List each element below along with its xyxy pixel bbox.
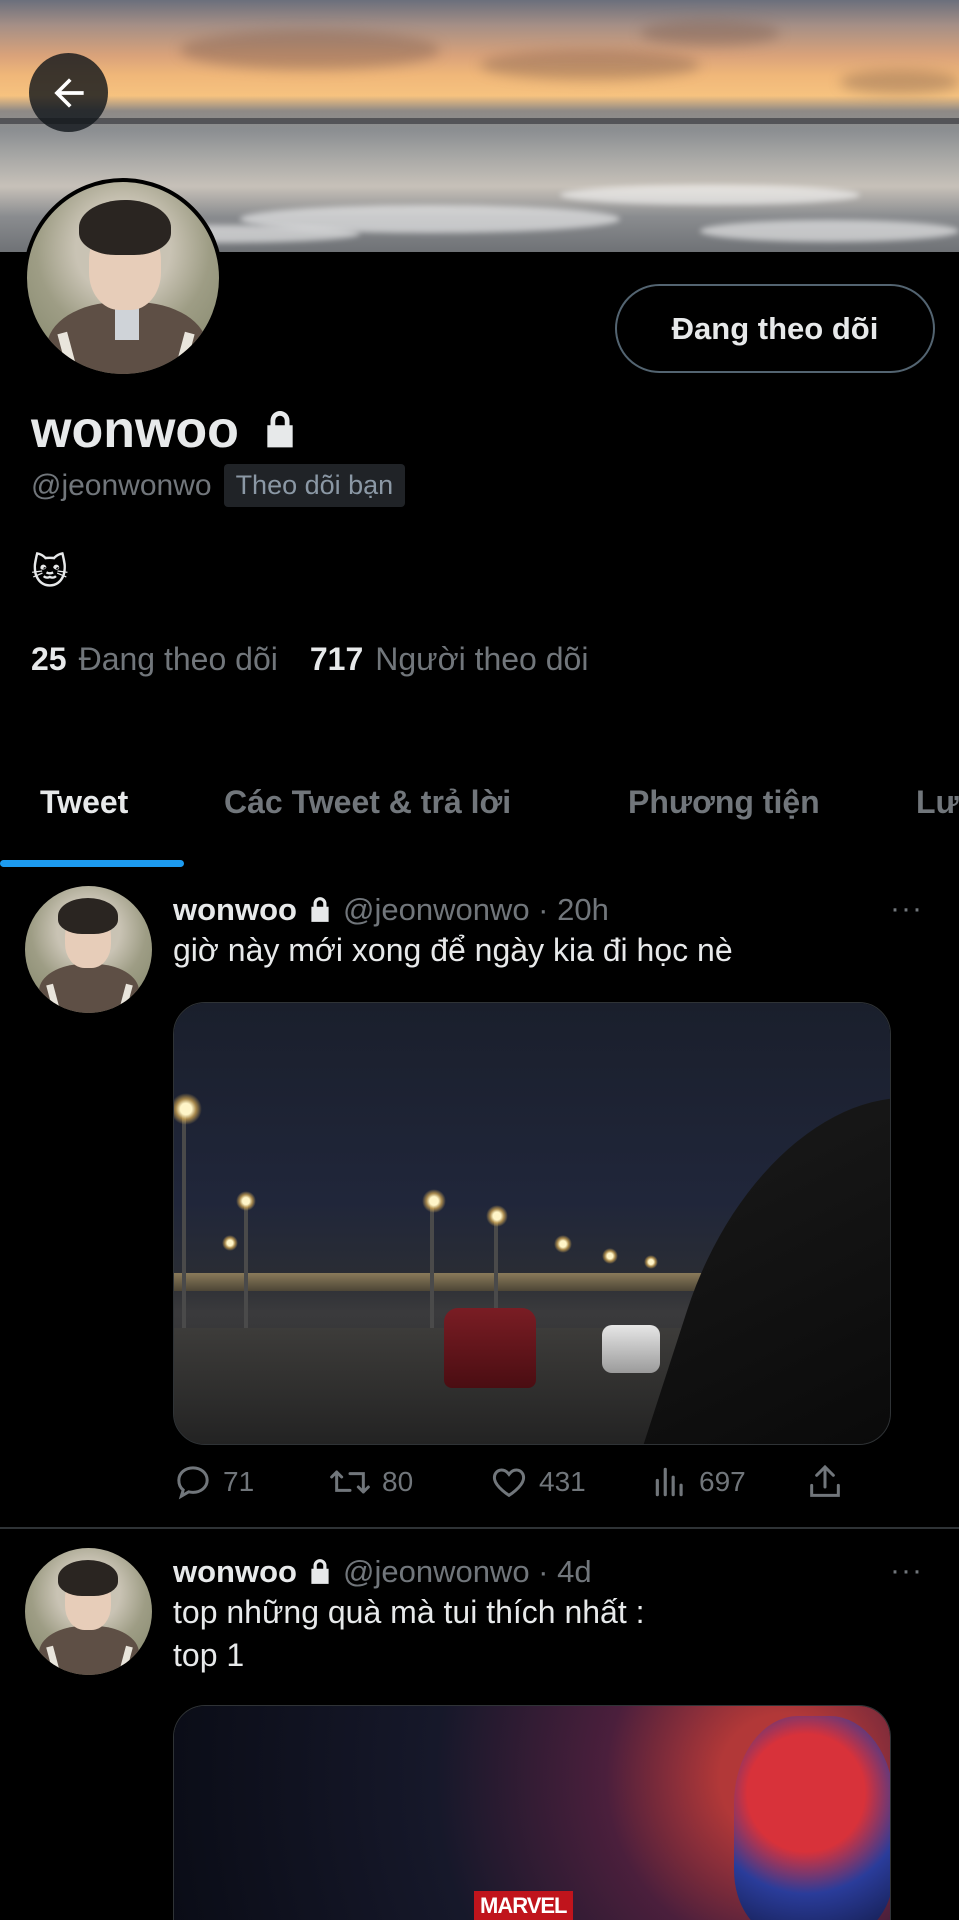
profile-avatar[interactable] xyxy=(23,178,223,378)
more-options-icon[interactable]: ··· xyxy=(890,892,923,926)
back-button[interactable] xyxy=(29,53,108,132)
reply-icon xyxy=(177,1466,209,1500)
tweet-text: giờ này mới xong để ngày kia đi học nè xyxy=(173,932,733,968)
handle-row: @jeonwonwo Theo dõi bạn xyxy=(31,464,406,507)
tweet-divider xyxy=(0,1527,959,1529)
profile-handle: @jeonwonwo xyxy=(31,468,212,502)
heart-icon xyxy=(492,1468,526,1498)
tweet-avatar[interactable] xyxy=(25,886,152,1013)
profile-tabs: Tweet Các Tweet & trả lời Phương tiện Lư xyxy=(0,760,959,868)
share-icon xyxy=(810,1464,840,1497)
follows-you-badge: Theo dõi bạn xyxy=(223,464,406,507)
tab-media[interactable]: Phương tiện xyxy=(628,784,820,821)
spiderman-figure xyxy=(734,1716,890,1920)
tweet-avatar[interactable] xyxy=(25,1548,152,1675)
views-icon xyxy=(655,1467,683,1497)
followers-label: Người theo dõi xyxy=(375,641,589,677)
views-count: 697 xyxy=(699,1466,746,1497)
tweet-handle-time: @jeonwonwo · 4d xyxy=(342,1554,592,1589)
tweet-header: wonwoo @jeonwonwo · 4d xyxy=(173,1554,592,1590)
retweet-icon xyxy=(330,1470,370,1494)
profile-name-row: wonwoo xyxy=(31,400,299,460)
tweet-media-image[interactable] xyxy=(173,1002,891,1445)
tweet-text-line: top 1 xyxy=(173,1637,245,1673)
following-count: 25 xyxy=(31,641,67,677)
following-button[interactable]: Đang theo dõi xyxy=(615,284,935,373)
tweet-media-image[interactable]: MARVEL xyxy=(173,1705,891,1920)
tweet-handle-time: @jeonwonwo · 20h xyxy=(342,892,609,927)
tweet-text-line: top những quà mà tui thích nhất : xyxy=(173,1594,645,1630)
retweet-action[interactable]: 80 xyxy=(328,1462,413,1502)
like-action[interactable]: 431 xyxy=(489,1462,586,1502)
tweet-header: wonwoo @jeonwonwo · 20h xyxy=(173,892,609,928)
display-name: wonwoo xyxy=(31,401,239,459)
lock-icon xyxy=(311,1559,329,1584)
tab-tweets[interactable]: Tweet xyxy=(40,784,128,821)
active-tab-indicator xyxy=(0,860,184,867)
profile-page: Đang theo dõi wonwoo @jeonwonwo Theo dõi… xyxy=(0,0,959,1920)
profile-bio: 🐱 xyxy=(31,551,69,592)
tab-likes[interactable]: Lư xyxy=(916,784,959,821)
tweet-actions: 71 80 431 697 xyxy=(173,1462,873,1512)
lock-icon xyxy=(267,411,293,448)
tweet-text: top những quà mà tui thích nhất : top 1 xyxy=(173,1591,645,1677)
followers-stat[interactable]: 717 Người theo dõi xyxy=(310,641,589,678)
like-count: 431 xyxy=(539,1466,586,1497)
views-action[interactable]: 697 xyxy=(651,1462,746,1502)
followers-count: 717 xyxy=(309,641,364,677)
lock-icon xyxy=(311,897,329,922)
reply-action[interactable]: 71 xyxy=(173,1462,254,1502)
following-label: Đang theo dõi xyxy=(78,641,278,677)
tweet-author-name[interactable]: wonwoo xyxy=(173,1554,297,1590)
marvel-logo: MARVEL xyxy=(474,1891,573,1920)
share-action[interactable] xyxy=(805,1462,845,1502)
retweet-count: 80 xyxy=(382,1466,414,1497)
following-stat[interactable]: 25 Đang theo dõi xyxy=(31,641,278,678)
tweet-author-name[interactable]: wonwoo xyxy=(173,892,297,928)
profile-stats: 25 Đang theo dõi 717 Người theo dõi xyxy=(31,641,588,678)
arrow-left-icon xyxy=(53,77,84,108)
tab-tweets-replies[interactable]: Các Tweet & trả lời xyxy=(224,784,511,821)
reply-count: 71 xyxy=(223,1466,255,1497)
more-options-icon[interactable]: ··· xyxy=(890,1554,923,1588)
